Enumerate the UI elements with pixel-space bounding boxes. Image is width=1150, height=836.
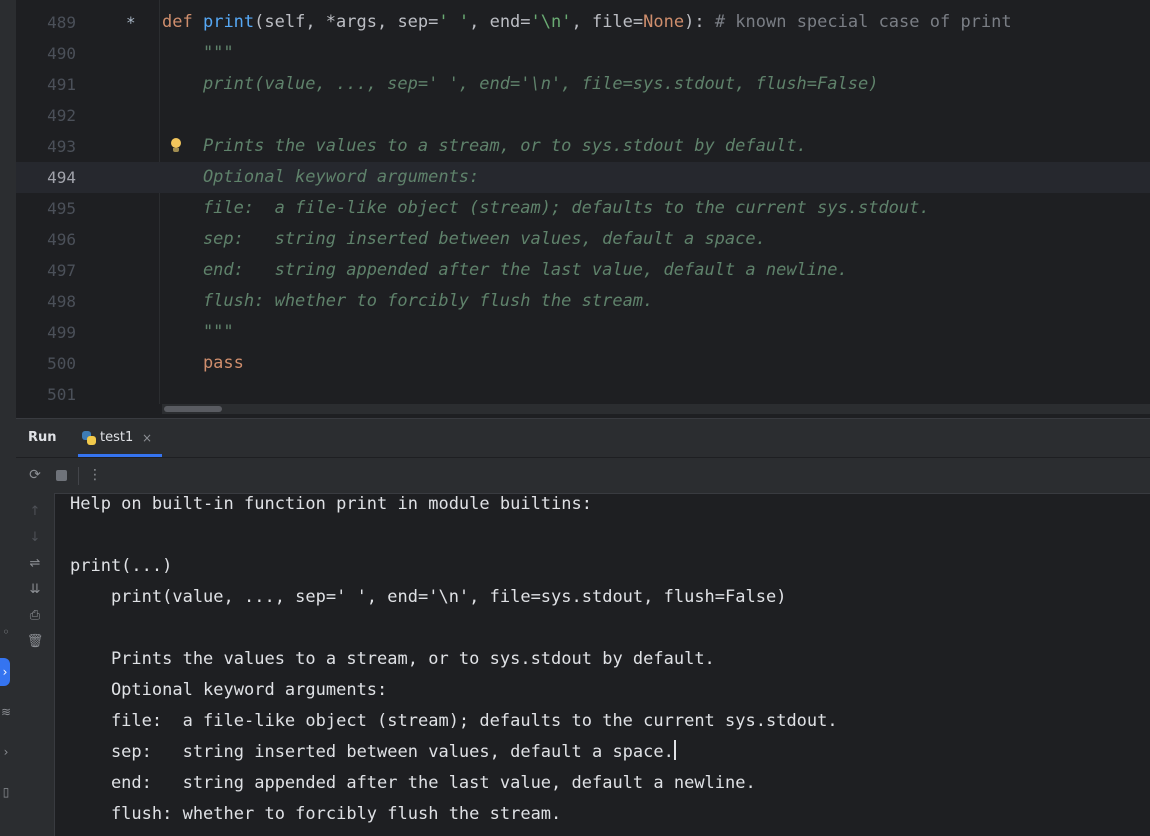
line-number: 495 [47, 199, 76, 218]
soft-wrap-icon[interactable]: ⇌ [24, 553, 46, 575]
console-line: print(value, ..., sep=' ', end='\n', fil… [70, 587, 787, 607]
active-tab-indicator [78, 454, 162, 457]
console-line: Optional keyword arguments: [70, 680, 388, 700]
code-text: Optional keyword arguments: [162, 167, 480, 187]
toolbar-divider [78, 467, 79, 485]
editor-line[interactable]: 493 Prints the values to a stream, or to… [16, 131, 1150, 162]
arrow-down-icon[interactable]: ↓ [24, 527, 46, 549]
line-number: 499 [47, 323, 76, 342]
line-number: 490 [47, 44, 76, 63]
line-number: 496 [47, 230, 76, 249]
editor-line[interactable]: 499 """ [16, 317, 1150, 348]
text-caret [673, 740, 676, 760]
python-console-icon[interactable]: › [0, 658, 10, 686]
code-text: Prints the values to a stream, or to sys… [162, 136, 807, 156]
line-number: 498 [47, 292, 76, 311]
code-text: def print(self, *args, sep=' ', end='\n'… [162, 12, 1012, 32]
console-side-toolbar: ↑ ↓ ⇌ ⇊ ⎙ 🗑 [16, 493, 55, 836]
editor-line[interactable]: 494 Optional keyword arguments: [16, 162, 1150, 193]
code-text: sep: string inserted between values, def… [162, 229, 766, 249]
console-output[interactable]: Help on built-in function print in modul… [70, 489, 1150, 836]
structure-icon[interactable]: ◦ [0, 624, 12, 640]
editor-line[interactable]: 496 sep: string inserted between values,… [16, 224, 1150, 255]
print-icon[interactable]: ⎙ [24, 605, 46, 627]
editor-line[interactable]: 500 pass [16, 348, 1150, 379]
code-text: file: a file-like object (stream); defau… [162, 198, 930, 218]
arrow-up-icon[interactable]: ↑ [24, 501, 46, 523]
editor-horizontal-scrollbar[interactable] [162, 404, 1150, 414]
tab-label: test1 [100, 430, 134, 445]
editor-line[interactable]: 491 print(value, ..., sep=' ', end='\n',… [16, 69, 1150, 100]
layers-icon[interactable]: ≋ [0, 704, 12, 720]
trash-icon[interactable]: 🗑 [24, 631, 46, 653]
scrollbar-thumb[interactable] [164, 406, 222, 412]
line-number: 501 [47, 385, 76, 404]
console-line: end: string appended after the last valu… [70, 773, 756, 793]
editor-line[interactable]: 490 """ [16, 38, 1150, 69]
tab-test1[interactable]: test1 × [78, 419, 162, 457]
editor-line[interactable]: 489 * def print(self, *args, sep=' ', end=… [16, 7, 1150, 38]
code-text: pass [162, 353, 244, 373]
console-line: print(...) [70, 556, 173, 576]
code-text: """ [162, 322, 234, 342]
line-number: 500 [47, 354, 76, 373]
line-number: 493 [47, 137, 76, 156]
override-marker[interactable]: * [126, 7, 136, 38]
line-number: 497 [47, 261, 76, 280]
editor-line[interactable]: 498 flush: whether to forcibly flush the… [16, 286, 1150, 317]
editor-line[interactable]: 497 end: string appended after the last … [16, 255, 1150, 286]
editor-line[interactable]: 495 file: a file-like object (stream); d… [16, 193, 1150, 224]
console-line: file: a file-like object (stream); defau… [70, 711, 838, 731]
line-number: 489 [47, 13, 76, 32]
run-panel-title: Run [28, 430, 57, 445]
code-text: print(value, ..., sep=' ', end='\n', fil… [162, 74, 879, 94]
terminal-icon[interactable]: › [0, 744, 12, 760]
more-options-icon[interactable]: ⋮ [84, 458, 106, 493]
problems-icon[interactable]: ▯ [0, 784, 12, 800]
console-line: sep: string inserted between values, def… [70, 740, 676, 762]
run-tab-bar: Run test1 × [16, 419, 1150, 458]
code-text: """ [162, 43, 234, 63]
console-line: Help on built-in function print in modul… [70, 494, 592, 514]
editor-line[interactable]: 492 [16, 100, 1150, 131]
line-number: 494 [47, 168, 76, 187]
line-number: 491 [47, 75, 76, 94]
code-text: flush: whether to forcibly flush the str… [162, 291, 654, 311]
left-tool-strip: ◦ › ≋ › ▯ [0, 0, 17, 836]
console-line: flush: whether to forcibly flush the str… [70, 804, 562, 824]
close-icon[interactable]: × [142, 419, 152, 457]
scroll-to-end-icon[interactable]: ⇊ [24, 579, 46, 601]
run-tool-window: Run test1 × ⟳ ⋮ ↑ ↓ ⇌ ⇊ ⎙ 🗑 Help on buil… [16, 418, 1150, 836]
console-line: Prints the values to a stream, or to sys… [70, 649, 715, 669]
ide-window: ◦ › ≋ › ▯ 489 * def print(self, *args, sep… [0, 0, 1150, 836]
stop-icon[interactable] [56, 470, 67, 481]
line-number: 492 [47, 106, 76, 125]
code-text: end: string appended after the last valu… [162, 260, 848, 280]
rerun-icon[interactable]: ⟳ [24, 458, 46, 493]
python-file-icon [82, 431, 96, 445]
code-editor[interactable]: 489 * def print(self, *args, sep=' ', end=… [16, 0, 1150, 418]
